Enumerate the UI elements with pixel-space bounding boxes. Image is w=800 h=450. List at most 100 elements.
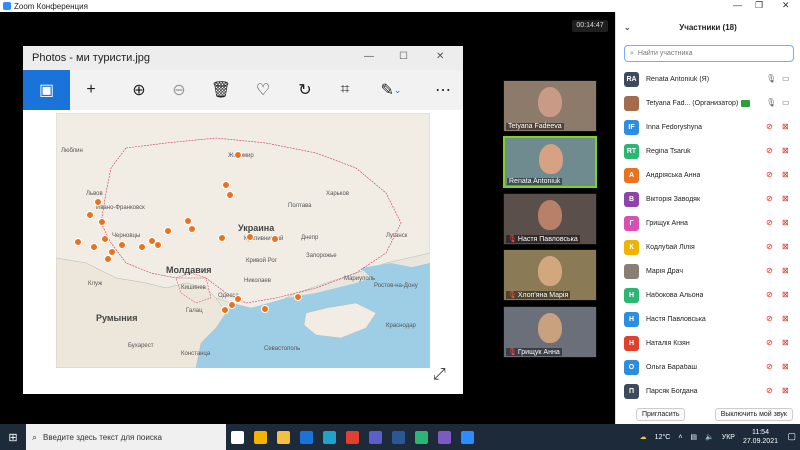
map-pin[interactable] <box>218 234 226 242</box>
camera-off-icon[interactable]: ⊠ <box>782 386 789 395</box>
camera-off-icon[interactable]: ⊠ <box>782 290 789 299</box>
map-pin[interactable] <box>234 151 242 159</box>
participant-row[interactable]: О Ольга Барабаш ⊘ ⊠ <box>616 355 800 379</box>
photos-close-icon[interactable]: ✕ <box>436 51 444 62</box>
microphone-muted-icon[interactable]: ⊘ <box>766 314 773 323</box>
network-icon[interactable]: ▤ <box>690 433 697 441</box>
maps-icon[interactable] <box>410 424 433 450</box>
participant-row[interactable]: В Вікторія Заводяк ⊘ ⊠ <box>616 187 800 211</box>
viber-icon[interactable] <box>433 424 456 450</box>
map-pin[interactable] <box>94 198 102 206</box>
microphone-muted-icon[interactable]: ⊘ <box>766 122 773 131</box>
map-pin[interactable] <box>261 305 269 313</box>
participant-row[interactable]: RT Regina Tsaruk ⊘ ⊠ <box>616 139 800 163</box>
photos-minimize-icon[interactable]: — <box>364 51 374 62</box>
microphone-muted-icon[interactable]: ⊘ <box>766 362 773 371</box>
video-tile[interactable]: 🎙Грищук Анна <box>503 306 597 358</box>
camera-off-icon[interactable]: ⊠ <box>782 338 789 347</box>
crop-icon[interactable]: ⌗ <box>327 70 363 110</box>
map-pin[interactable] <box>184 217 192 225</box>
map-pin[interactable] <box>154 241 162 249</box>
microphone-muted-icon[interactable]: ⊘ <box>766 386 773 395</box>
chrome-icon[interactable] <box>341 424 364 450</box>
image-icon[interactable]: ▣ <box>23 70 70 110</box>
video-tile[interactable]: 🎙Хлоп'яна Марія <box>503 249 597 301</box>
video-tile[interactable]: 🎙Настя Павловська <box>503 193 597 245</box>
delete-icon[interactable]: 🗑 <box>203 70 239 110</box>
map-pin[interactable] <box>86 211 94 219</box>
heart-icon[interactable]: ♡ <box>245 70 281 110</box>
map-pin[interactable] <box>246 233 254 241</box>
camera-off-icon[interactable]: ⊠ <box>782 266 789 275</box>
microphone-muted-icon[interactable]: ⊘ <box>766 338 773 347</box>
edit-icon[interactable]: ✎ ⌄ <box>373 70 409 110</box>
camera-off-icon[interactable]: ⊠ <box>782 170 789 179</box>
camera-off-icon[interactable]: ⊠ <box>782 362 789 371</box>
mute-me-button[interactable]: Выключить мой звук <box>714 407 793 421</box>
map-pin[interactable] <box>101 235 109 243</box>
zoom-icon[interactable] <box>456 424 479 450</box>
video-tile-active[interactable]: Renata Antoniuk <box>503 136 597 188</box>
photos-maximize-icon[interactable]: ☐ <box>399 51 408 62</box>
camera-icon[interactable]: ▭ <box>782 98 790 107</box>
add-icon[interactable]: + <box>73 70 109 110</box>
map-pin[interactable] <box>98 218 106 226</box>
tray-chevron-icon[interactable]: ˄ <box>678 434 682 441</box>
map-pin[interactable] <box>138 243 146 251</box>
participant-row[interactable]: Г Грищук Анна ⊘ ⊠ <box>616 211 800 235</box>
microphone-muted-icon[interactable]: ⊘ <box>766 290 773 299</box>
map-pin[interactable] <box>271 235 279 243</box>
clock[interactable]: 11:54 27.09.2021 <box>743 428 778 446</box>
map-pin[interactable] <box>226 191 234 199</box>
collapse-chevron-icon[interactable]: ⌄ <box>624 23 631 32</box>
zoom-in-icon[interactable]: ⊕ <box>121 70 157 110</box>
volume-icon[interactable]: 🔈 <box>705 433 714 441</box>
map-pin[interactable] <box>222 181 230 189</box>
microphone-muted-icon[interactable]: ⊘ <box>766 218 773 227</box>
taskbar-search-input[interactable]: ⌕ Введите здесь текст для поиска <box>26 424 226 450</box>
camera-icon[interactable]: ▭ <box>782 74 790 83</box>
task-view-icon[interactable] <box>226 424 249 450</box>
zoom-out-icon[interactable]: ⊖ <box>161 70 197 110</box>
microphone-muted-icon[interactable]: ⊘ <box>766 170 773 179</box>
mail-icon[interactable] <box>295 424 318 450</box>
camera-off-icon[interactable]: ⊠ <box>782 314 789 323</box>
participant-row[interactable]: RA Renata Antoniuk (Я) 🎙 ▭ <box>616 67 800 91</box>
video-tile[interactable]: Tetyana Fadeeva <box>503 80 597 132</box>
participant-row[interactable]: Tetyana Fad... (Организатор) 🎙 ▭ <box>616 91 800 115</box>
map-pin[interactable] <box>164 227 172 235</box>
map-pin[interactable] <box>118 241 126 249</box>
microphone-icon[interactable]: 🎙 <box>766 74 776 83</box>
rotate-icon[interactable]: ↻ <box>287 70 323 110</box>
map-pin[interactable] <box>294 293 302 301</box>
participant-row[interactable]: П Парсяк Богдана ⊘ ⊠ <box>616 379 800 403</box>
map-pin[interactable] <box>228 301 236 309</box>
explorer-icon[interactable] <box>272 424 295 450</box>
minimize-icon[interactable]: — <box>733 0 742 10</box>
map-pin[interactable] <box>221 306 229 314</box>
camera-off-icon[interactable]: ⊠ <box>782 146 789 155</box>
microphone-muted-icon[interactable]: ⊘ <box>766 242 773 251</box>
notification-icon[interactable]: ▢ <box>787 431 796 442</box>
participant-row[interactable]: Н Набокова Альона ⊘ ⊠ <box>616 283 800 307</box>
camera-off-icon[interactable]: ⊠ <box>782 194 789 203</box>
fullscreen-expand-icon[interactable]: ⤢ <box>433 366 446 384</box>
map-pin[interactable] <box>188 225 196 233</box>
camera-off-icon[interactable]: ⊠ <box>782 242 789 251</box>
word-icon[interactable] <box>387 424 410 450</box>
participant-row[interactable]: IF Inna Fedoryshyna ⊘ ⊠ <box>616 115 800 139</box>
store-icon[interactable] <box>249 424 272 450</box>
map-pin[interactable] <box>90 243 98 251</box>
start-windows-icon[interactable]: ⊞ <box>0 424 26 450</box>
microphone-muted-icon[interactable]: ⊘ <box>766 266 773 275</box>
microphone-icon[interactable]: 🎙 <box>766 98 776 107</box>
participant-row[interactable]: К Кодлубай Лілія ⊘ ⊠ <box>616 235 800 259</box>
language-indicator[interactable]: УКР <box>722 434 735 441</box>
map-pin[interactable] <box>104 255 112 263</box>
camera-off-icon[interactable]: ⊠ <box>782 218 789 227</box>
edge-icon[interactable] <box>318 424 341 450</box>
participant-row[interactable]: Марія Драч ⊘ ⊠ <box>616 259 800 283</box>
close-icon[interactable]: ✕ <box>782 0 790 11</box>
invite-button[interactable]: Пригласить <box>636 407 686 421</box>
teams-icon[interactable] <box>364 424 387 450</box>
